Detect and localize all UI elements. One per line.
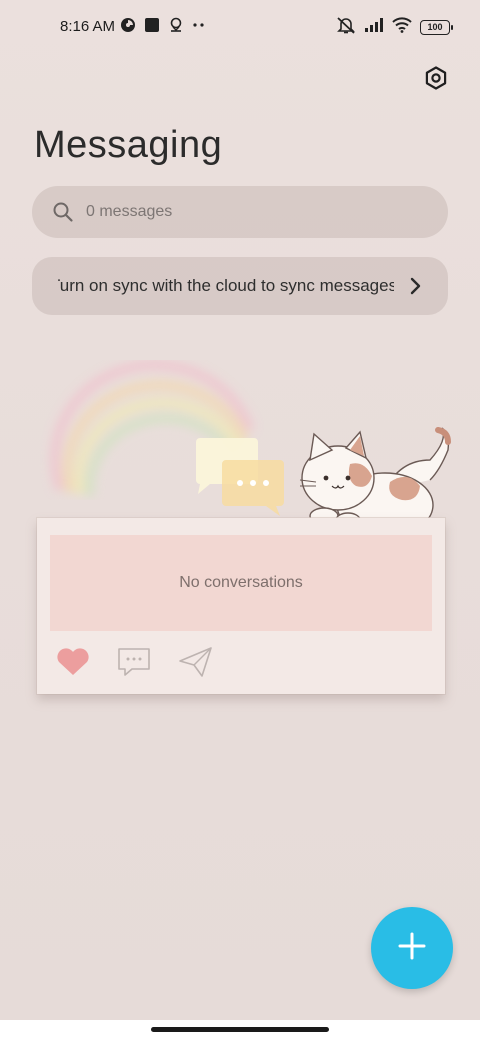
settings-hexagon-icon <box>423 65 449 96</box>
paper-plane-icon <box>178 646 214 683</box>
empty-state-card: No conversations <box>37 518 445 694</box>
battery-icon: 100 <box>420 20 453 35</box>
wifi-icon <box>392 17 412 38</box>
sync-banner[interactable]: Turn on sync with the cloud to sync mess… <box>32 257 448 315</box>
status-time: 8:16 AM <box>60 18 116 35</box>
page-title: Messaging <box>34 124 223 166</box>
chat-bubble-icon <box>116 646 152 683</box>
square-app-icon <box>144 17 160 38</box>
new-message-fab[interactable] <box>371 907 453 989</box>
navigation-bar <box>0 1020 480 1040</box>
empty-state-text: No conversations <box>179 574 303 591</box>
settings-button[interactable] <box>420 64 452 96</box>
signal-icon <box>364 17 384 38</box>
mute-icon <box>336 16 356 39</box>
location-pin-icon <box>168 17 184 38</box>
chat-bubbles-illustration <box>192 436 292 526</box>
search-bar[interactable]: 0 messages <box>32 186 448 238</box>
empty-state-content: No conversations <box>50 535 432 631</box>
sync-banner-text-content: Turn on sync with the cloud to sync mess… <box>58 276 394 295</box>
search-icon <box>52 201 74 223</box>
home-indicator[interactable] <box>151 1027 329 1032</box>
messaging-screen: 8:16 AM 100 Messaging 0 messages Turn on… <box>0 0 480 1020</box>
chevron-right-icon <box>406 276 426 296</box>
card-icons-row <box>56 646 214 683</box>
data-saver-icon <box>120 17 136 38</box>
status-bar: 8:16 AM 100 <box>0 0 480 56</box>
more-dots-icon <box>192 17 206 38</box>
plus-icon <box>398 932 426 965</box>
sync-banner-text: Turn on sync with the cloud to sync mess… <box>58 276 394 296</box>
status-icons-left <box>120 17 206 38</box>
heart-icon <box>56 647 90 682</box>
status-icons-right: 100 <box>336 16 453 39</box>
search-placeholder: 0 messages <box>86 203 173 220</box>
